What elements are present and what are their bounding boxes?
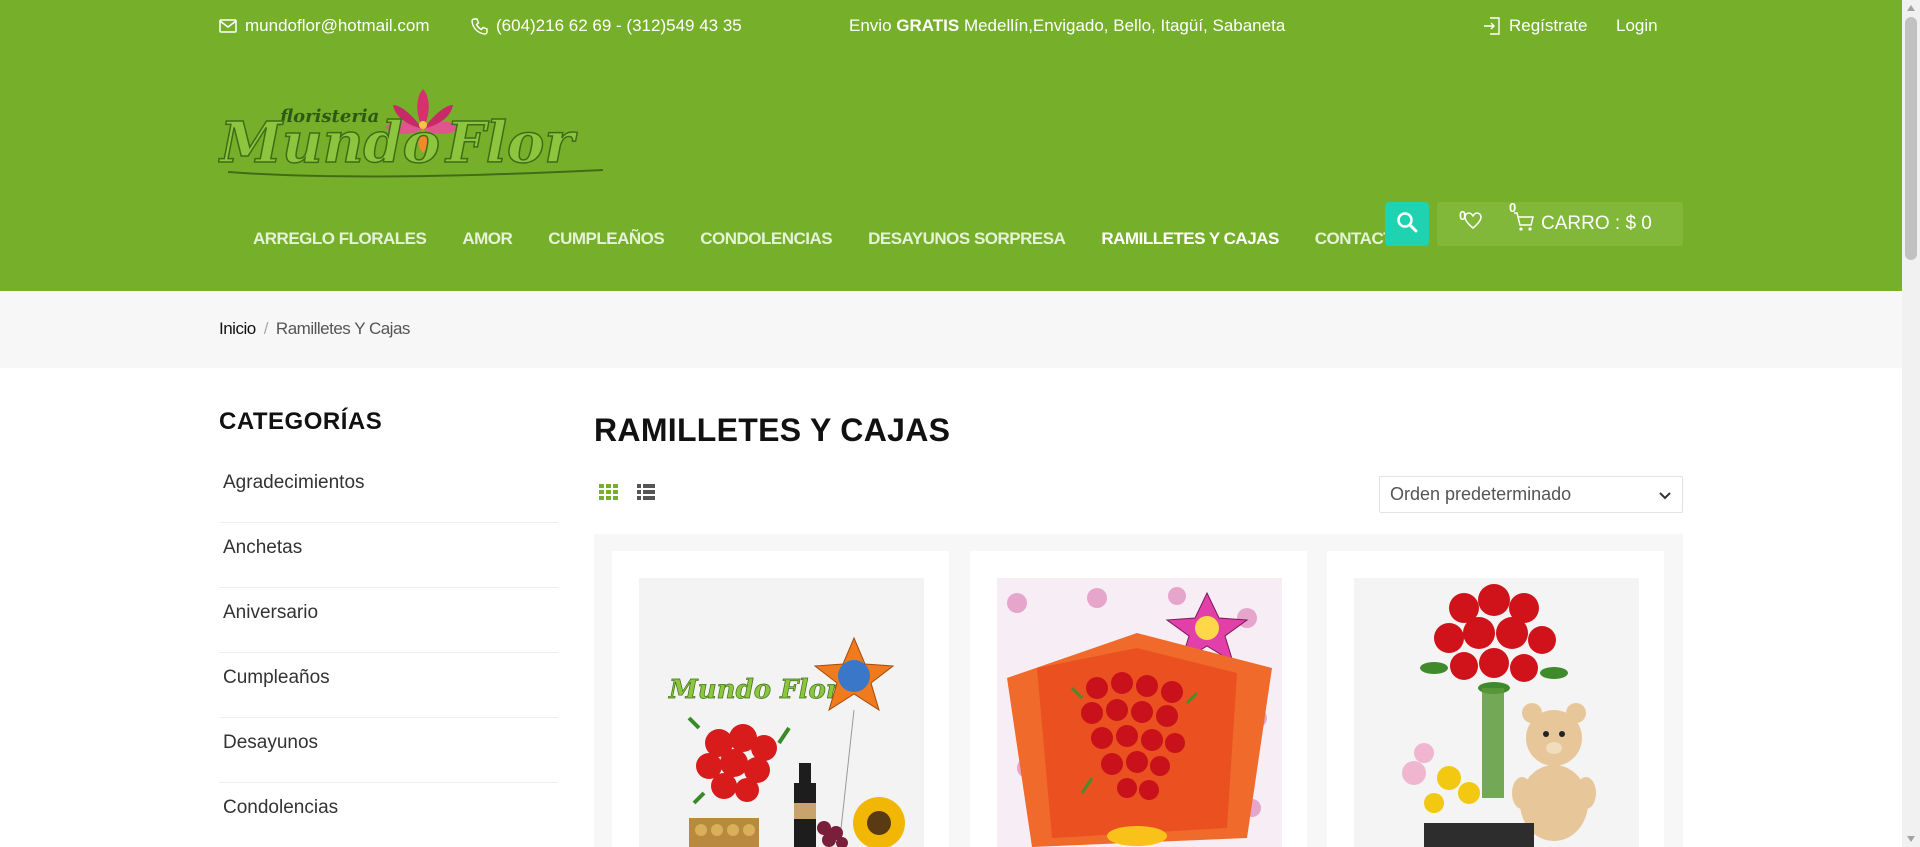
product-image[interactable] (997, 578, 1282, 847)
login-link[interactable]: Login (1616, 16, 1658, 36)
grid-view-button[interactable] (599, 484, 618, 505)
sort-select[interactable]: Orden predeterminado (1379, 476, 1683, 513)
product-card[interactable]: Mundo Flor (612, 551, 949, 847)
category-item[interactable]: Aniversario (219, 588, 558, 653)
page-title: RAMILLETES Y CAJAS (594, 412, 951, 448)
scroll-down-arrow-icon[interactable] (1907, 836, 1915, 842)
sort-selected-value: Orden predeterminado (1390, 484, 1572, 504)
product-card[interactable] (970, 551, 1307, 847)
grid-view-icon (599, 484, 618, 504)
main-nav: ARREGLO FLORALES AMOR CUMPLEAÑOS CONDOLE… (253, 229, 1442, 249)
product-card[interactable] (1327, 551, 1664, 847)
product-image[interactable]: Mundo Flor (639, 578, 924, 847)
mail-icon (219, 19, 237, 33)
contact-phone[interactable]: (604)216 62 69 - (312)549 43 35 (471, 16, 742, 36)
cart-icon: 0 (1509, 200, 1535, 238)
svg-text:Mundo: Mundo (218, 110, 440, 176)
nav-desayunos-sorpresa[interactable]: DESAYUNOS SORPRESA (868, 229, 1066, 249)
scroll-up-arrow-icon[interactable] (1907, 5, 1915, 11)
nav-amor[interactable]: AMOR (462, 229, 512, 249)
top-bar: mundoflor@hotmail.com (604)216 62 69 - (… (0, 0, 1902, 54)
nav-cumpleanos[interactable]: CUMPLEAÑOS (548, 229, 664, 249)
svg-text:Mundo Flor: Mundo Flor (668, 675, 842, 705)
breadcrumb-separator: / (263, 319, 269, 338)
category-item[interactable]: Desayunos (219, 718, 558, 783)
phone-icon (471, 17, 488, 35)
category-item[interactable]: Cumpleaños (219, 653, 558, 718)
shipping-free: GRATIS (896, 16, 960, 35)
shipping-prefix: Envio (849, 16, 897, 35)
login-label[interactable]: Login (1616, 16, 1658, 36)
phone-text[interactable]: (604)216 62 69 - (312)549 43 35 (496, 16, 742, 36)
breadcrumb-bar: Inicio / Ramilletes Y Cajas (0, 291, 1902, 368)
svg-text:Flor: Flor (444, 110, 577, 176)
wishlist-button[interactable]: 0 (1459, 208, 1483, 238)
category-item[interactable]: Anchetas (219, 523, 558, 588)
nav-condolencias[interactable]: CONDOLENCIAS (700, 229, 832, 249)
list-view-button[interactable] (637, 484, 655, 505)
login-icon (1483, 17, 1501, 35)
product-image[interactable] (1354, 578, 1639, 847)
shipping-notice: Envio GRATIS Medellín,Envigado, Bello, I… (849, 16, 1285, 36)
shipping-suffix: Medellín,Envigado, Bello, Itagüí, Sabane… (959, 16, 1286, 35)
cart-count: 0 (1509, 200, 1517, 215)
breadcrumb: Inicio / Ramilletes Y Cajas (219, 319, 410, 339)
search-icon (1396, 211, 1418, 238)
cart-button[interactable]: 0 CARRO : $ 0 (1509, 200, 1652, 238)
site-logo[interactable]: floristeria Mundo Flor (217, 84, 608, 194)
nav-ramilletes-y-cajas[interactable]: RAMILLETES Y CAJAS (1101, 229, 1279, 249)
register-link[interactable]: Regístrate (1483, 16, 1587, 36)
cart-total[interactable]: CARRO : $ 0 (1541, 213, 1652, 235)
breadcrumb-current: Ramilletes Y Cajas (275, 319, 411, 338)
breadcrumb-home[interactable]: Inicio (219, 319, 256, 339)
email-text[interactable]: mundoflor@hotmail.com (245, 16, 430, 36)
nav-arreglo-florales[interactable]: ARREGLO FLORALES (253, 229, 427, 249)
category-item[interactable]: Agradecimientos (219, 458, 558, 523)
category-item[interactable]: Condolencias (219, 783, 558, 847)
site-header: floristeria Mundo Flor ARREGLO FLORALES … (0, 54, 1902, 291)
register-label[interactable]: Regístrate (1509, 16, 1587, 36)
page-scrollbar[interactable] (1902, 0, 1920, 847)
wishlist-count: 0 (1459, 208, 1467, 223)
cart-widget: 0 0 CARRO : $ 0 (1437, 200, 1683, 246)
categories-list: Agradecimientos Anchetas Aniversario Cum… (219, 458, 558, 847)
product-grid: Mundo Flor (594, 534, 1683, 847)
categories-title: CATEGORÍAS (219, 408, 383, 435)
scrollbar-thumb[interactable] (1905, 17, 1917, 260)
search-button[interactable] (1385, 202, 1429, 246)
list-view-icon (637, 484, 655, 504)
contact-email[interactable]: mundoflor@hotmail.com (219, 16, 430, 36)
chevron-down-icon (1658, 487, 1672, 508)
